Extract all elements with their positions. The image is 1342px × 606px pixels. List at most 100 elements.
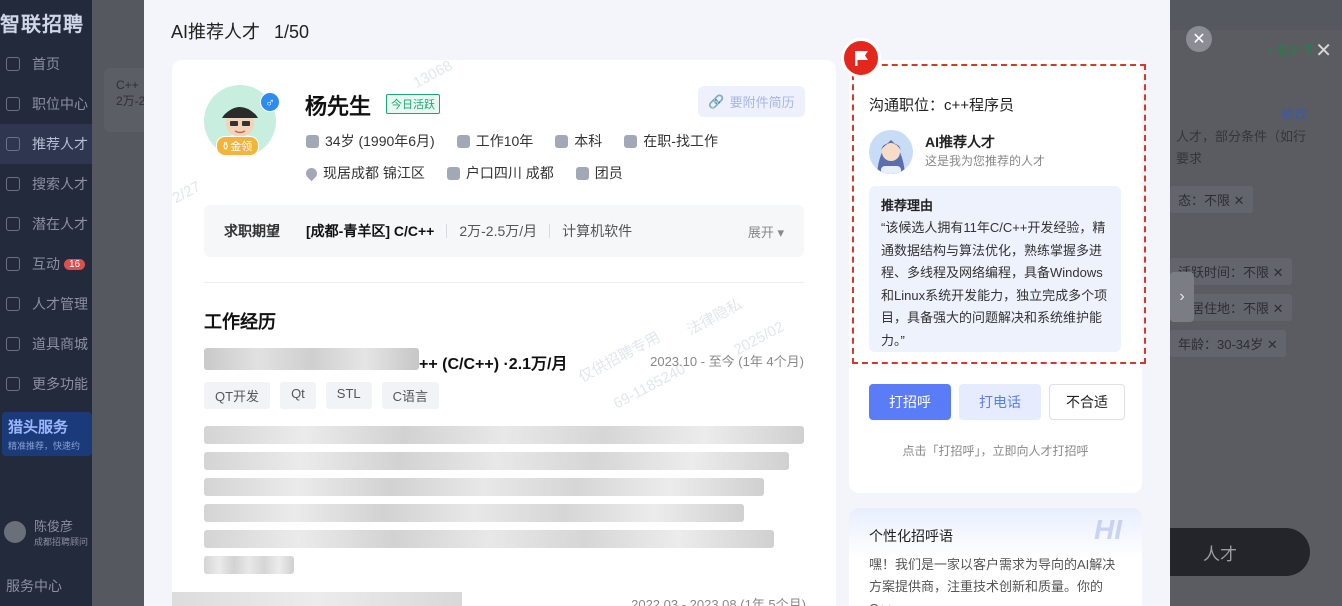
action-buttons: 打招呼 打电话 不合适: [869, 384, 1133, 420]
background-sidebar: 智联招聘 首页 职位中心 推荐人才 搜索人才 潜在人才 互动 16 人才管理 道具…: [0, 0, 92, 606]
resume-card: ⚱金领 ♂ 杨先生 今日活跃 🔗 要附件简历 34岁 (1990年6月) 工作10…: [169, 57, 836, 606]
expected-salary: 2万-2.5万/月: [459, 223, 538, 239]
brand-logo: 智联招聘: [0, 14, 84, 36]
candidate-modal: ‹ AI推荐人才1/50 ⚱金领 ♂ 杨先生 今日活跃 🔗要附件简历 34岁 (…: [144, 0, 1170, 606]
folder-icon: [6, 297, 20, 311]
modal-title: AI推荐人才 1/50: [171, 22, 310, 42]
greet-button[interactable]: 打招呼: [869, 384, 951, 420]
sidebar-item-home[interactable]: 首页: [0, 44, 92, 84]
headhunter-promo[interactable]: 猎头服务 精准推荐，快速约: [2, 412, 92, 456]
greeting-title: 个性化招呼语: [869, 528, 953, 544]
user-icon: [6, 137, 20, 151]
search-icon: [6, 177, 20, 191]
briefcase-icon: [456, 134, 470, 148]
skill-tag: STL: [325, 382, 372, 409]
job-entry-header: ++ (C/C++) ·2.1万/月 2023.10 - 至今 (1年 4个月): [204, 348, 804, 373]
blurred-description: [204, 530, 774, 548]
sidebar-nav: 首页 职位中心 推荐人才 搜索人才 潜在人才 互动 16 人才管理 道具商城 更多…: [0, 44, 92, 404]
id-card-icon: [446, 166, 460, 180]
sidebar-item-jobs[interactable]: 职位中心: [0, 84, 92, 124]
gold-badge: ⚱金领: [216, 136, 260, 156]
link-icon: 🔗: [708, 93, 725, 109]
skill-tags: QT开发 Qt STL C语言: [204, 382, 449, 409]
chat-icon: [6, 257, 20, 271]
greet-tip: 点击「打招呼」，立即向人才打招呼: [902, 444, 1089, 458]
watermark: 2/27: [169, 178, 204, 207]
store-icon: [6, 337, 20, 351]
job-expectation: 求职期望 [成都-青羊区] C/C++ 2万-2.5万/月 计算机软件 展开 ▾: [204, 205, 804, 257]
candidate-counter: 1/50: [274, 22, 310, 42]
grid-icon: [6, 377, 20, 391]
sidebar-item-store[interactable]: 道具商城: [0, 324, 92, 364]
avatar: [4, 521, 26, 543]
badge-icon: [575, 166, 589, 180]
sidebar-item-search[interactable]: 搜索人才: [0, 164, 92, 204]
divider: [549, 224, 551, 238]
communication-position: 沟通职位：c++程序员: [869, 97, 1015, 114]
hi-icon: HI: [1094, 514, 1122, 545]
call-button[interactable]: 打电话: [959, 384, 1041, 420]
background-close-icon: ✕: [1315, 40, 1332, 62]
graduation-cap-icon: [555, 134, 569, 148]
blurred-description: [204, 452, 789, 470]
job-date: 2023.10 - 至今 (1年 4个月): [650, 354, 804, 369]
filter-chip: 年龄：30-34岁 ✕: [1170, 330, 1286, 357]
background-text: 要求: [1176, 151, 1203, 166]
blurred-description: [204, 556, 294, 574]
expand-button[interactable]: 展开 ▾: [748, 222, 784, 241]
modify-link[interactable]: 修改: [1282, 104, 1308, 123]
sidebar-item-service[interactable]: 服务中心: [6, 576, 62, 596]
sidebar-item-interact[interactable]: 互动 16: [0, 244, 92, 284]
flag-icon: [841, 38, 881, 78]
age-icon: [306, 134, 319, 148]
job-title: ++ (C/C++) ·2.1万/月: [419, 356, 568, 373]
notification-badge: 16: [64, 258, 86, 270]
sidebar-item-more[interactable]: 更多功能: [0, 364, 92, 404]
watermark: 13068: [410, 57, 456, 92]
active-status-tag: 今日活跃: [386, 94, 440, 114]
skill-tag: Qt: [280, 382, 316, 409]
status-icon: [624, 134, 638, 148]
next-candidate-icon[interactable]: ›: [1170, 272, 1194, 322]
coin-icon: ⚱: [221, 141, 231, 153]
home-icon: [6, 57, 20, 71]
divider: [446, 224, 448, 238]
expected-industry: 计算机软件: [562, 223, 633, 239]
candidate-info-row: 现居成都 锦江区 户口四川 成都 团员: [303, 163, 645, 183]
request-attachment-button[interactable]: 🔗 要附件简历: [698, 86, 805, 117]
ai-name: AI推荐人才: [925, 134, 995, 150]
not-suitable-button[interactable]: 不合适: [1049, 384, 1125, 420]
ai-avatar: [869, 130, 913, 174]
male-icon: ♂: [260, 92, 280, 112]
candidate-name: 杨先生: [305, 94, 372, 119]
filter-chip: 态：不限 ✕: [1170, 186, 1253, 213]
blurred-company: [204, 348, 419, 370]
skill-tag: QT开发: [204, 382, 271, 409]
divider: [204, 282, 804, 283]
candidate-info-row: 34岁 (1990年6月) 工作10年 本科 在职-找工作: [306, 131, 740, 151]
blurred-description: [204, 478, 764, 496]
close-icon[interactable]: ✕: [1186, 26, 1212, 52]
greeting-panel: 个性化招呼语 HI 嘿！我们是一家以客户需求为导向的AI解决方案提供商，注重技术…: [849, 508, 1142, 606]
job-date: 2022.03 - 2023.08 (1年 5个月): [631, 597, 806, 606]
background-text: 人才，部分条件（如行: [1176, 129, 1307, 144]
recommendation-reason: 推荐理由 “该候选人拥有11年C/C++开发经验，精通数据结构与算法优化，熟练掌…: [869, 186, 1121, 352]
sidebar-item-talent[interactable]: 人才管理: [0, 284, 92, 324]
blurred-company: [172, 592, 462, 606]
sidebar-item-recommend[interactable]: 推荐人才: [0, 124, 92, 164]
caret-down-icon: ▾: [777, 224, 784, 240]
skill-tag: C语言: [381, 382, 440, 409]
blurred-description: [204, 504, 744, 522]
briefcase-icon: [6, 97, 20, 111]
sidebar-item-potential[interactable]: 潜在人才: [0, 204, 92, 244]
service-status: • 服务中: [1268, 43, 1316, 58]
location-pin-icon: [303, 165, 320, 181]
watermark: 法律隐私: [683, 295, 745, 339]
greeting-text: 嘿！我们是一家以客户需求为导向的AI解决方案提供商，注重技术创新和质量。你的C+…: [869, 557, 1116, 606]
ai-subtitle: 这是我为您推荐的人才: [925, 154, 1046, 168]
work-experience-title: 工作经历: [204, 312, 276, 332]
people-icon: [6, 217, 20, 231]
reason-text: “该候选人拥有11年C/C++开发经验，精通数据结构与算法优化，熟练掌握多进程、…: [881, 220, 1108, 348]
recommendation-panel: 沟通职位：c++程序员 AI推荐人才 这是我为您推荐的人才 推荐理由 “该候选人…: [849, 60, 1142, 493]
user-profile[interactable]: 陈俊彦 成都招聘顾问: [0, 512, 92, 552]
